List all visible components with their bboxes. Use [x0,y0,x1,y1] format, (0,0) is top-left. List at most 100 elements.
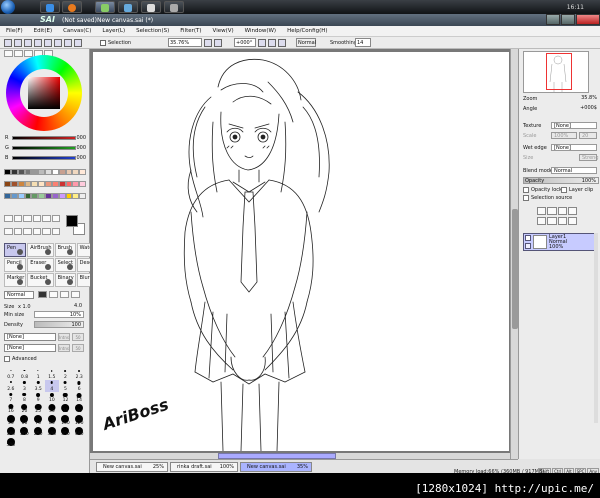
color-swatch[interactable] [17,181,25,187]
brush-size-preset[interactable]: 200 [18,426,32,437]
brush-size-preset[interactable]: 14 [72,392,86,403]
navigator-preview[interactable] [523,51,589,93]
brush-size-preset[interactable]: 500 [4,437,18,448]
color-swatch[interactable] [4,181,11,187]
reverse-selection-icon[interactable] [44,39,52,47]
color-swatch[interactable] [38,169,45,175]
color-swatch[interactable] [4,193,11,199]
move-icon[interactable] [32,215,41,222]
smoothing-field[interactable]: 14 [355,38,371,47]
brush-size-preset[interactable]: 1 [31,369,45,380]
color-swatch[interactable] [4,169,11,175]
color-swatch[interactable] [79,181,86,187]
default-colors-icon[interactable] [51,227,60,235]
tab-rinka-draft[interactable]: rinka draft.sai 100% [170,462,238,472]
reset-rotation-icon[interactable] [278,39,286,47]
zoom-icon[interactable] [42,215,51,222]
brush-size-preset[interactable]: 50 [4,414,18,426]
brush-eraser[interactable]: Eraser [27,258,54,272]
zoom-minus-icon[interactable] [204,39,212,47]
slider-value[interactable]: 000 [76,135,86,141]
new-linework-icon[interactable] [557,207,567,215]
color-swatch[interactable] [45,181,52,187]
slider-g[interactable]: G 000 [4,145,88,151]
color-swatch[interactable] [10,193,18,199]
lasso-icon[interactable] [13,215,22,222]
brush-size-preset[interactable]: 2 [59,369,73,380]
color-swatch[interactable] [10,181,18,187]
brush-shape-flat[interactable] [71,291,80,298]
blend-mode-field[interactable]: Normal [296,38,316,47]
color-swatch[interactable] [65,193,73,199]
color-swatch[interactable] [24,169,32,175]
brush-pencil[interactable]: Pencil [4,258,27,272]
rgb-slider-tab[interactable] [14,50,23,57]
lock-icon[interactable] [525,243,531,249]
selection-source-checkbox[interactable] [523,195,529,201]
fg-bg-colors[interactable] [64,215,86,237]
rotate-left-icon[interactable] [258,39,266,47]
brush-pen[interactable]: Pen [4,243,27,257]
brush-size-preset[interactable]: 70 [31,414,45,426]
brush-size-preset[interactable]: 9 [31,392,45,403]
rotate-icon[interactable] [51,215,60,222]
transparent-color-icon[interactable] [32,227,41,235]
layer-item[interactable]: Layer1 Normal 100% [523,233,597,251]
texture-dropdown[interactable]: [None] [551,122,597,129]
brush-shape-soft[interactable] [60,291,69,298]
brush-size-preset[interactable]: 25 [31,403,45,414]
brush-size-preset[interactable]: 100 [59,414,73,426]
brush-size-preset[interactable]: 30 [45,403,59,414]
invert-selection-icon[interactable] [34,39,42,47]
color-swatch[interactable] [79,193,86,199]
eye-icon[interactable] [525,235,531,241]
saturation-value-square[interactable] [28,77,60,109]
brush-airbrush[interactable]: AirBrush [27,243,54,257]
color-swatch[interactable] [72,181,80,187]
brush-size-preset[interactable]: 3.5 [31,380,45,392]
opacity-lock-checkbox[interactable] [523,187,529,193]
merge-down-icon[interactable] [547,216,557,225]
slider-r[interactable]: R 000 [4,135,88,141]
brush-size-preset[interactable]: 160 [4,426,18,437]
color-swatch[interactable] [58,193,66,199]
selection-checkbox[interactable] [100,40,106,46]
delete-layer-icon[interactable] [567,216,577,225]
color-swatch[interactable] [31,169,39,175]
brush-size-preset[interactable]: 16 [4,403,18,414]
rect-select-icon[interactable] [4,215,13,222]
menu-window[interactable]: Window(W) [245,28,276,34]
color-swatch[interactable] [72,193,80,199]
menu-selection[interactable]: Selection(S) [136,28,169,34]
brush-size-preset[interactable]: 120 [72,414,86,426]
zoom-field[interactable]: 35.76% [168,38,202,47]
brush-size-preset[interactable]: 8 [18,392,32,403]
brush-size-preset[interactable]: 5 [59,380,73,392]
new-layer-icon[interactable] [537,207,547,215]
brush-size-preset[interactable]: 40 [72,403,86,414]
menu-edit[interactable]: Edit(E) [34,28,52,34]
brush-brush[interactable]: Brush [54,243,76,257]
density-field[interactable]: 100 [34,321,84,328]
taskbar-explorer-button[interactable] [118,1,138,13]
brush-size-preset[interactable]: 80 [45,414,59,426]
brush-size-preset[interactable]: 300 [45,426,59,437]
wet-strength-field[interactable]: Streng [579,154,599,161]
brush-size-preset[interactable]: 7 [4,392,18,403]
color-swatch[interactable] [31,181,39,187]
brush-size-preset[interactable]: 0.7 [4,369,18,380]
zoom-in-icon[interactable] [64,39,72,47]
menu-view[interactable]: View(V) [213,28,234,34]
color-swatch[interactable] [65,169,73,175]
selection-mask-icon[interactable] [42,227,51,235]
brush-size-preset[interactable]: 3 [18,380,32,392]
nav-zoom-value[interactable]: 35.8% [551,95,597,102]
brush-size-preset[interactable]: 10 [45,392,59,403]
drawing-canvas[interactable]: AriBoss [93,52,509,452]
navigator-viewport-frame[interactable] [546,53,572,90]
brush-mode-dropdown[interactable]: Normal [4,291,34,299]
taskbar-ie-button[interactable] [40,1,60,13]
color-swatch[interactable] [58,181,66,187]
slider-value[interactable]: 000 [76,145,86,151]
texture-dropdown-1[interactable]: [None] [4,333,56,341]
